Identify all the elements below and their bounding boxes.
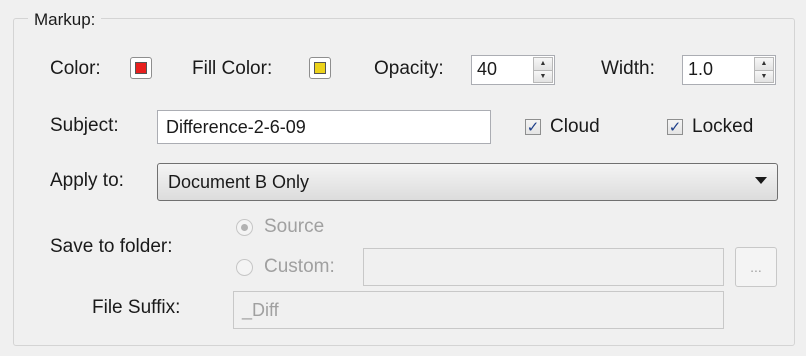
markup-group-label: Markup: [28, 10, 102, 30]
width-spinbox[interactable]: 1.0 ▲ ▼ [682, 55, 776, 85]
locked-label: Locked [692, 116, 754, 137]
checkmark-icon: ✓ [526, 118, 540, 136]
radio-dot-icon [241, 224, 248, 231]
opacity-down-arrow-icon[interactable]: ▼ [533, 70, 553, 83]
locked-checkbox[interactable]: ✓ [667, 119, 683, 135]
file-suffix-input[interactable]: _Diff [233, 291, 724, 329]
color-swatch-fill [135, 62, 147, 74]
checkmark-icon: ✓ [668, 118, 682, 136]
opacity-label: Opacity: [374, 58, 444, 79]
opacity-up-arrow-icon[interactable]: ▲ [533, 57, 553, 71]
cloud-label: Cloud [550, 116, 600, 137]
file-suffix-label: File Suffix: [92, 297, 181, 318]
fill-color-label: Fill Color: [192, 58, 273, 79]
color-label: Color: [50, 58, 101, 79]
opacity-value: 40 [477, 59, 498, 79]
subject-label: Subject: [50, 115, 119, 136]
cloud-checkbox[interactable]: ✓ [525, 119, 541, 135]
custom-radio[interactable] [236, 259, 253, 276]
save-to-folder-label: Save to folder: [50, 236, 173, 257]
color-swatch-button[interactable] [130, 57, 152, 79]
subject-input[interactable]: Difference-2-6-09 [157, 110, 491, 144]
chevron-down-icon [755, 177, 767, 184]
apply-to-dropdown[interactable]: Document B Only [157, 163, 778, 201]
custom-radio-label: Custom: [264, 256, 335, 277]
opacity-spinbox[interactable]: 40 ▲ ▼ [471, 55, 555, 85]
source-radio-label: Source [264, 216, 325, 237]
apply-to-label: Apply to: [50, 170, 124, 191]
source-radio[interactable] [236, 219, 253, 236]
fill-color-swatch-button[interactable] [309, 57, 331, 79]
fill-color-swatch-fill [314, 62, 326, 74]
width-down-arrow-icon[interactable]: ▼ [754, 70, 774, 83]
width-value: 1.0 [688, 59, 714, 79]
custom-folder-input[interactable] [363, 248, 724, 286]
width-label: Width: [601, 58, 655, 79]
browse-button[interactable]: ... [735, 247, 777, 287]
apply-to-selected-value: Document B Only [168, 171, 310, 192]
width-up-arrow-icon[interactable]: ▲ [754, 57, 774, 71]
